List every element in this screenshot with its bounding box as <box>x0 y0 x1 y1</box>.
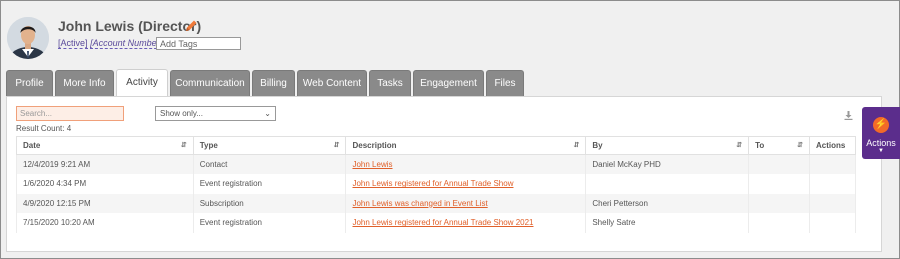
tab-tasks[interactable]: Tasks <box>369 70 411 96</box>
show-only-label: Show only... <box>160 109 203 118</box>
table-row: 7/15/2020 10:20 AM Event registration Jo… <box>16 213 857 233</box>
column-by[interactable]: By ⇵ <box>585 136 750 155</box>
add-tags-input[interactable] <box>156 37 241 50</box>
activity-table: Date ⇵ Type ⇵ Description ⇵ By ⇵ To ⇵ Actions… <box>16 136 857 233</box>
activity-panel: Show only... ⌄ Result Count: 4 Date⇵ Typ… <box>6 96 882 252</box>
actions-label: Actions <box>866 138 896 148</box>
column-to[interactable]: To ⇵ <box>748 136 810 155</box>
cell-type: Event registration <box>192 174 347 194</box>
column-actions: Actions <box>808 136 857 155</box>
tab-files[interactable]: Files <box>486 70 524 96</box>
search-input[interactable] <box>16 106 124 121</box>
cell-by <box>585 174 750 194</box>
cell-by: Shelly Satre <box>585 213 750 233</box>
cell-description: John Lewis registered for Annual Trade S… <box>345 213 587 233</box>
description-link[interactable]: John Lewis <box>352 160 392 169</box>
table-row: 12/4/2019 9:21 AM Contact John Lewis Dan… <box>16 154 857 174</box>
contact-window: John Lewis (Director) [Active] [Account … <box>0 0 900 259</box>
table-row: 4/9/2020 12:15 PM Subscription John Lewi… <box>16 193 857 213</box>
tab-more-info[interactable]: More Info <box>55 70 114 96</box>
cell-date: 12/4/2019 9:21 AM <box>16 154 194 174</box>
cell-type: Event registration <box>192 213 347 233</box>
cell-actions <box>808 154 857 174</box>
cell-type: Contact <box>192 154 347 174</box>
cell-to <box>748 193 810 213</box>
account-number-tag[interactable]: [Account Number] <box>90 38 163 49</box>
tab-communication[interactable]: Communication <box>170 70 250 96</box>
tab-billing[interactable]: Billing <box>252 70 295 96</box>
sort-icon[interactable]: ⇵ <box>573 141 579 149</box>
table-row: 1/6/2020 4:34 PM Event registration John… <box>16 174 857 194</box>
actions-button[interactable]: ⚡ Actions ▼ <box>862 107 900 159</box>
cell-description: John Lewis was changed in Event List <box>345 193 587 213</box>
cell-by: Cheri Petterson <box>585 193 750 213</box>
cell-description: John Lewis <box>345 154 587 174</box>
cell-actions <box>808 193 857 213</box>
cell-date: 4/9/2020 12:15 PM <box>16 193 194 213</box>
cell-actions <box>808 174 857 194</box>
tab-web-content[interactable]: Web Content <box>297 70 367 96</box>
download-icon[interactable] <box>844 111 853 120</box>
contact-tags: [Active] [Account Number] <box>58 38 163 49</box>
description-link[interactable]: John Lewis registered for Annual Trade S… <box>352 218 533 227</box>
sort-icon[interactable]: ⇵ <box>736 141 742 149</box>
cell-by: Daniel McKay PHD <box>585 154 750 174</box>
column-date[interactable]: Date ⇵ <box>16 136 194 155</box>
pencil-icon[interactable] <box>184 19 198 33</box>
cell-to <box>748 174 810 194</box>
tab-profile[interactable]: Profile <box>6 70 53 96</box>
contact-name: John Lewis (Director) <box>58 18 202 34</box>
cell-date: 1/6/2020 4:34 PM <box>16 174 194 194</box>
result-count: Result Count: 4 <box>16 124 72 133</box>
show-only-select[interactable]: Show only... ⌄ <box>155 106 276 121</box>
cell-date: 7/15/2020 10:20 AM <box>16 213 194 233</box>
column-description[interactable]: Description ⇵ <box>345 136 587 155</box>
tab-engagement[interactable]: Engagement <box>413 70 484 96</box>
cell-actions <box>808 213 857 233</box>
bolt-icon: ⚡ <box>873 117 889 133</box>
description-link[interactable]: John Lewis registered for Annual Trade S… <box>352 179 513 188</box>
sort-icon[interactable]: ⇵ <box>797 141 803 149</box>
sort-icon[interactable]: ⇵ <box>334 141 340 149</box>
cell-to <box>748 154 810 174</box>
avatar <box>7 17 49 59</box>
cell-type: Subscription <box>192 193 347 213</box>
chevron-down-icon: ⌄ <box>264 109 271 118</box>
tab-activity[interactable]: Activity <box>116 69 168 96</box>
description-link[interactable]: John Lewis was changed in Event List <box>352 199 487 208</box>
caret-down-icon: ▼ <box>878 148 884 154</box>
cell-description: John Lewis registered for Annual Trade S… <box>345 174 587 194</box>
cell-to <box>748 213 810 233</box>
sort-icon[interactable]: ⇵ <box>181 141 187 149</box>
status-tag[interactable]: [Active] <box>58 38 88 49</box>
column-type[interactable]: Type ⇵ <box>192 136 347 155</box>
table-header-row: Date ⇵ Type ⇵ Description ⇵ By ⇵ To ⇵ Actions <box>16 136 857 155</box>
